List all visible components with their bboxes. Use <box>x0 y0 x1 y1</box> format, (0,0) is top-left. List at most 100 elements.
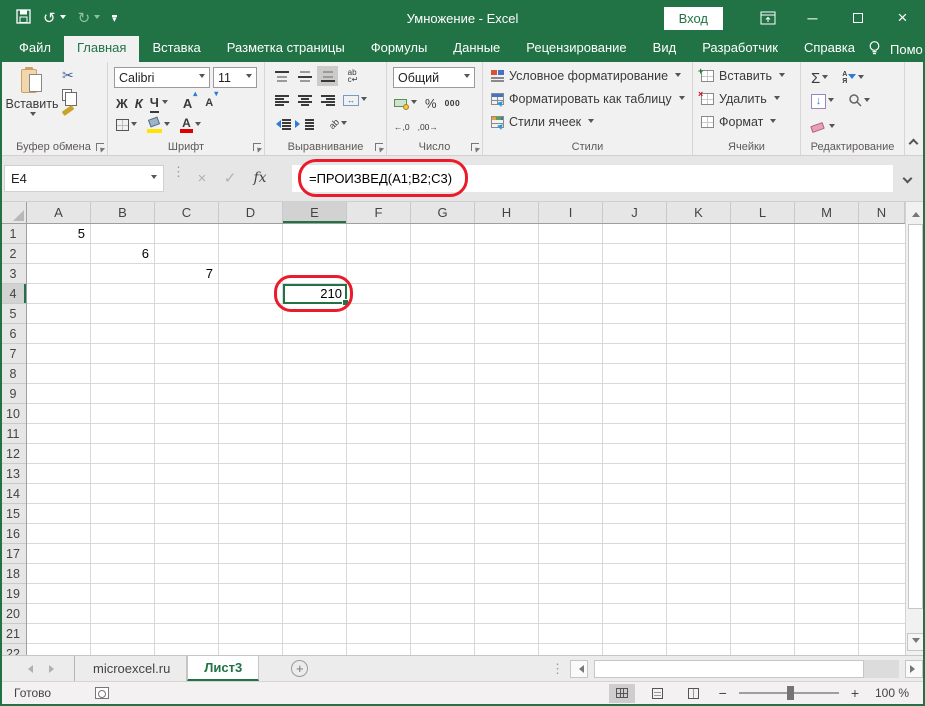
column-header-I[interactable]: I <box>539 202 603 223</box>
clear-button[interactable] <box>810 117 835 137</box>
increase-indent-button[interactable] <box>294 114 315 134</box>
row-header-8[interactable]: 8 <box>0 364 26 384</box>
cell-styles-button[interactable]: Стили ячеек <box>491 115 595 129</box>
column-header-D[interactable]: D <box>219 202 283 223</box>
increase-font-button[interactable]: А ▴ <box>183 89 197 113</box>
page-break-view-button[interactable] <box>681 684 707 703</box>
sort-filter-button[interactable]: АЯ <box>842 68 865 88</box>
row-header-14[interactable]: 14 <box>0 484 26 504</box>
bold-button[interactable]: Ж <box>116 93 128 113</box>
enter-icon[interactable]: ✓ <box>218 166 242 190</box>
prev-sheet-icon[interactable] <box>24 664 33 673</box>
horizontal-scrollbar[interactable] <box>594 659 899 678</box>
align-bottom-button[interactable] <box>317 66 338 86</box>
hscroll-left-button[interactable] <box>570 659 588 678</box>
tab-file[interactable]: Файл <box>6 36 64 62</box>
font-color-button[interactable]: А <box>180 115 201 135</box>
number-format-combo[interactable]: Общий <box>393 67 475 88</box>
align-right-button[interactable] <box>317 90 338 110</box>
row-header-11[interactable]: 11 <box>0 424 26 444</box>
percent-style-button[interactable]: % <box>425 93 437 113</box>
save-icon[interactable] <box>16 9 31 27</box>
format-as-table-button[interactable]: Форматировать как таблицу <box>491 92 685 106</box>
column-header-L[interactable]: L <box>731 202 795 223</box>
tab-developer[interactable]: Разработчик <box>689 36 791 62</box>
borders-button[interactable] <box>116 115 137 135</box>
sheet-tab-microexcel[interactable]: microexcel.ru <box>77 656 188 681</box>
alignment-dialog-launcher-icon[interactable] <box>375 143 383 151</box>
tab-home[interactable]: Главная <box>63 36 140 62</box>
name-box-dropdown-icon[interactable] <box>151 175 157 182</box>
column-header-C[interactable]: C <box>155 202 219 223</box>
row-header-13[interactable]: 13 <box>0 464 26 484</box>
underline-button[interactable]: Ч <box>149 93 159 113</box>
merge-center-button[interactable]: ↔ <box>340 90 370 110</box>
cut-icon[interactable]: ✂ <box>62 68 74 82</box>
column-header-A[interactable]: A <box>27 202 91 223</box>
accounting-format-button[interactable] <box>394 93 417 113</box>
increase-decimal-button[interactable]: ←,0 <box>394 117 410 137</box>
row-header-18[interactable]: 18 <box>0 564 26 584</box>
collapse-ribbon-icon[interactable] <box>908 138 919 149</box>
zoom-in-button[interactable]: + <box>849 685 861 701</box>
row-header-3[interactable]: 3 <box>0 264 26 284</box>
row-header-22[interactable]: 22 <box>0 644 26 656</box>
paste-button[interactable]: Вставить <box>6 66 59 138</box>
paste-dropdown-icon[interactable] <box>30 112 36 119</box>
cell-A1[interactable]: 5 <box>27 224 89 244</box>
sheet-tab-list3[interactable]: Лист3 <box>187 656 260 681</box>
column-header-K[interactable]: K <box>667 202 731 223</box>
row-header-2[interactable]: 2 <box>0 244 26 264</box>
autosum-button[interactable]: Σ <box>811 68 829 88</box>
tabbar-splitter-grip[interactable]: ⋮ <box>551 661 564 677</box>
row-header-1[interactable]: 1 <box>0 224 26 244</box>
formula-bar-grip[interactable]: ⋮ <box>172 165 185 178</box>
tab-view[interactable]: Вид <box>640 36 690 62</box>
fill-button[interactable]: ↓ <box>811 91 834 111</box>
cell-C3[interactable]: 7 <box>155 264 217 284</box>
cell-grid[interactable]: 210 567 <box>27 224 905 655</box>
maximize-button[interactable] <box>835 0 880 36</box>
align-left-button[interactable] <box>271 90 292 110</box>
undo-dropdown-icon[interactable] <box>59 14 66 22</box>
redo-button[interactable]: ↻ <box>78 11 101 26</box>
decrease-decimal-button[interactable]: ,00→ <box>418 117 438 137</box>
undo-button[interactable]: ↺ <box>43 11 66 26</box>
insert-function-icon[interactable]: fx <box>248 166 272 190</box>
select-all-corner[interactable] <box>0 202 27 224</box>
decrease-indent-button[interactable] <box>271 114 292 134</box>
row-header-5[interactable]: 5 <box>0 304 26 324</box>
font-dialog-launcher-icon[interactable] <box>253 143 261 151</box>
column-header-E[interactable]: E <box>283 202 347 223</box>
minimize-button[interactable]: ─ <box>790 0 835 36</box>
tab-insert[interactable]: Вставка <box>139 36 213 62</box>
row-header-19[interactable]: 19 <box>0 584 26 604</box>
page-layout-view-button[interactable] <box>645 684 671 703</box>
column-header-B[interactable]: B <box>91 202 155 223</box>
tab-help[interactable]: Справка <box>791 36 868 62</box>
find-select-button[interactable] <box>848 91 870 111</box>
insert-cells-button[interactable]: + Вставить <box>698 67 785 83</box>
tab-data[interactable]: Данные <box>440 36 513 62</box>
format-cells-button[interactable]: Формат <box>701 115 777 129</box>
row-header-12[interactable]: 12 <box>0 444 26 464</box>
vertical-scrollbar-thumb[interactable] <box>908 224 923 609</box>
sign-in-button[interactable]: Вход <box>663 6 723 30</box>
row-header-20[interactable]: 20 <box>0 604 26 624</box>
vertical-scrollbar[interactable] <box>905 202 925 655</box>
underline-dropdown-icon[interactable] <box>161 99 168 107</box>
tell-me-assistant[interactable]: Помощн <box>886 38 925 61</box>
row-header-6[interactable]: 6 <box>0 324 26 344</box>
orientation-button[interactable]: ab <box>323 114 353 134</box>
font-name-combo[interactable]: Calibri <box>114 67 210 88</box>
new-sheet-button[interactable]: + <box>291 660 309 677</box>
format-painter-icon[interactable] <box>61 105 75 116</box>
next-sheet-icon[interactable] <box>49 664 58 673</box>
normal-view-button[interactable] <box>608 683 635 703</box>
row-header-4[interactable]: 4 <box>0 284 26 304</box>
delete-cells-button[interactable]: × Удалить <box>698 90 780 106</box>
zoom-slider[interactable] <box>738 686 839 700</box>
italic-button[interactable]: К <box>135 93 143 113</box>
copy-icon[interactable] <box>62 89 77 106</box>
close-button[interactable]: × <box>880 0 925 36</box>
